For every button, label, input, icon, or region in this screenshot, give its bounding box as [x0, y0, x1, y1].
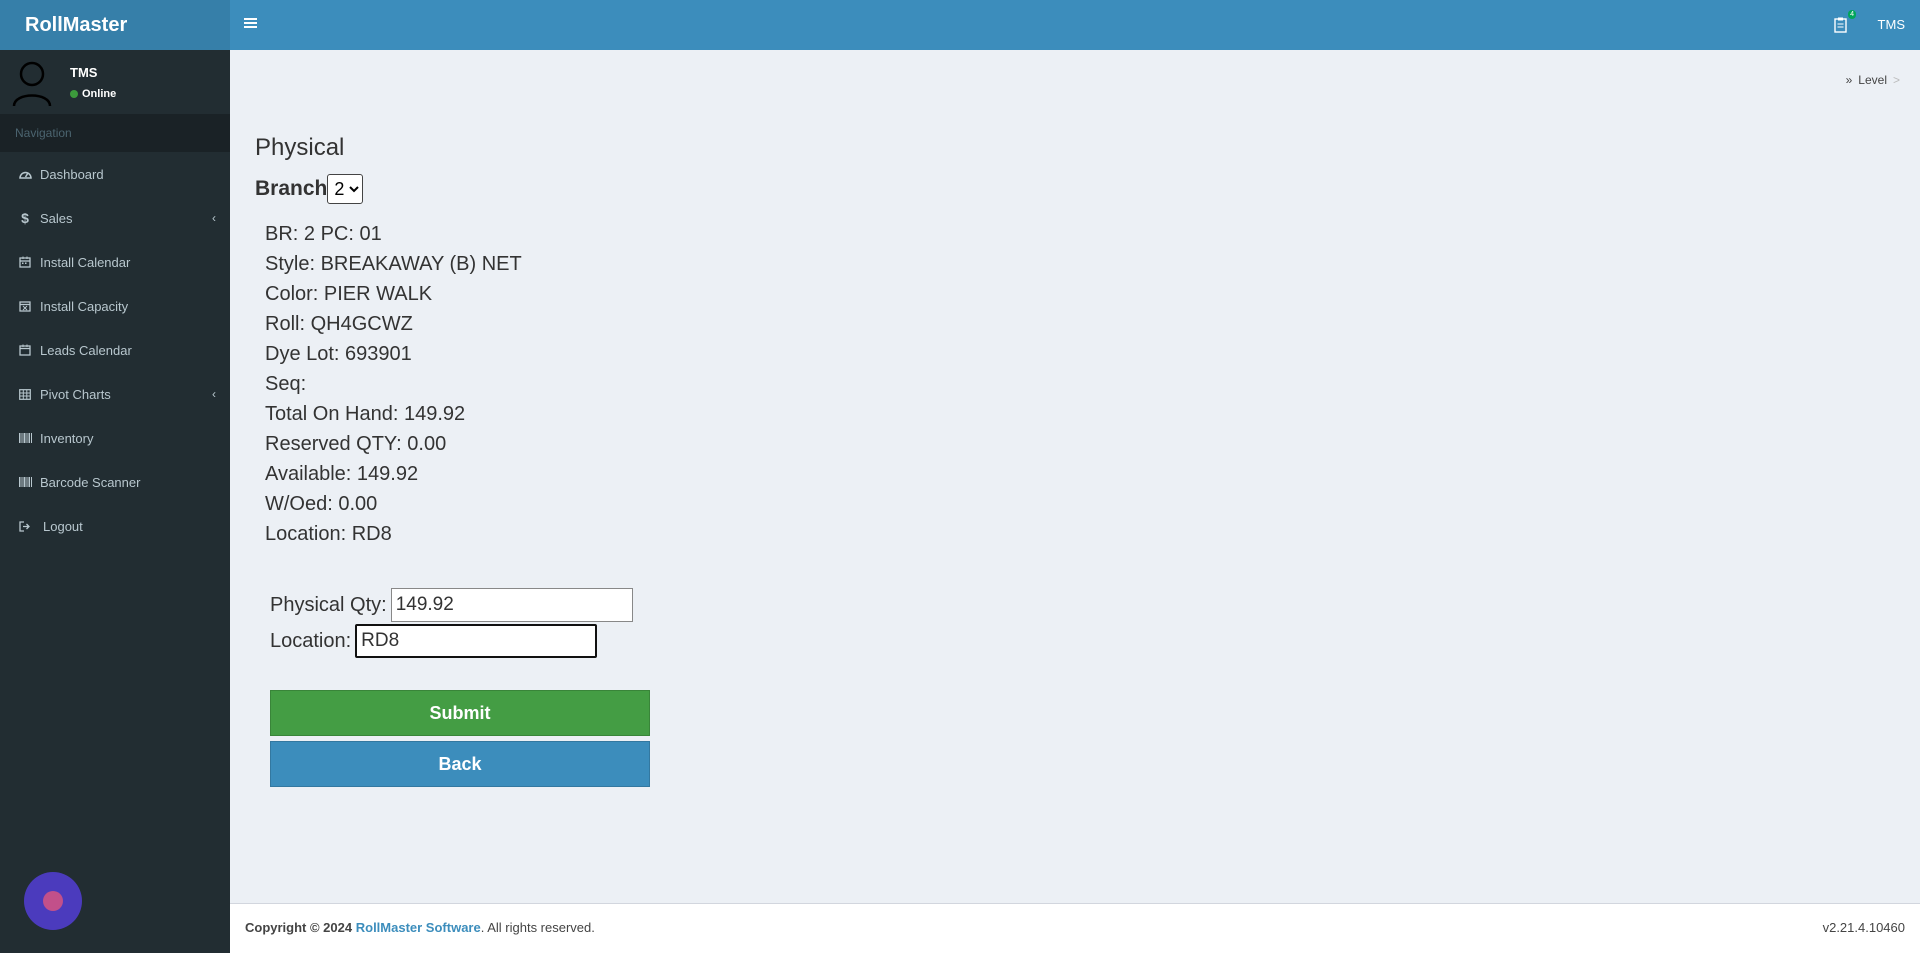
- nav-header: Navigation: [0, 114, 230, 152]
- detail-available: Available: 149.92: [265, 463, 419, 485]
- table-icon: [18, 387, 32, 401]
- user-panel: TMS Online: [0, 50, 230, 114]
- physical-qty-row: Physical Qty:: [270, 588, 633, 622]
- app-logo[interactable]: RollMaster: [0, 0, 230, 50]
- sidebar-item-dashboard[interactable]: Dashboard: [0, 152, 230, 196]
- detail-location: Location: RD8: [265, 523, 392, 545]
- dashboard-icon: [18, 167, 32, 181]
- clipboard-icon: [1834, 17, 1847, 33]
- sidebar-item-label: Barcode Scanner: [40, 474, 141, 490]
- sidebar-item-label: Dashboard: [40, 166, 104, 182]
- user-status: Online: [70, 88, 116, 100]
- chevron-left-icon: ‹: [212, 211, 216, 225]
- physical-qty-label: Physical Qty:: [270, 593, 387, 616]
- notifications-button[interactable]: 4: [1832, 10, 1856, 36]
- detail-seq: Seq:: [265, 373, 307, 395]
- status-text: Online: [82, 88, 117, 100]
- chat-widget-button[interactable]: [24, 872, 82, 930]
- location-input[interactable]: [355, 624, 598, 658]
- double-angle-right-icon: »: [1845, 73, 1853, 87]
- sidebar: RollMaster TMS Online Navigation Dashboa…: [0, 0, 230, 953]
- sidebar-item-label: Logout: [43, 518, 83, 534]
- copyright: Copyright © 2024 RollMaster Software. Al…: [245, 904, 595, 952]
- calendar-x-icon: [18, 299, 32, 313]
- calendar-icon: [18, 343, 32, 357]
- sidebar-item-install-capacity[interactable]: Install Capacity: [0, 284, 230, 328]
- menu-toggle-icon[interactable]: [244, 14, 260, 36]
- brand-link[interactable]: RollMaster Software: [356, 920, 481, 935]
- user-menu[interactable]: TMS: [1878, 0, 1905, 50]
- sidebar-item-pivot-charts[interactable]: Pivot Charts ‹: [0, 372, 230, 416]
- sidebar-item-sales[interactable]: $ Sales ‹: [0, 196, 230, 240]
- branch-label: Branch: [255, 177, 328, 200]
- sign-out-icon: [18, 519, 32, 533]
- detail-roll: Roll: QH4GCWZ: [265, 313, 413, 335]
- breadcrumb-separator: >: [1892, 73, 1900, 87]
- detail-branch-pc: BR: 2 PC: 01: [265, 223, 382, 245]
- physical-qty-input[interactable]: [390, 588, 633, 622]
- detail-reserved-qty: Reserved QTY: 0.00: [265, 433, 447, 455]
- breadcrumb: » Level >: [1846, 73, 1900, 87]
- detail-dye-lot: Dye Lot: 693901: [265, 343, 412, 365]
- breadcrumb-item[interactable]: Level: [1858, 73, 1887, 87]
- location-label: Location:: [270, 629, 352, 652]
- detail-color: Color: PIER WALK: [265, 283, 433, 305]
- sidebar-item-barcode-scanner[interactable]: Barcode Scanner: [0, 460, 230, 504]
- sidebar-item-label: Leads Calendar: [40, 342, 132, 358]
- sidebar-item-label: Install Capacity: [40, 298, 129, 314]
- dollar-icon: $: [21, 210, 29, 226]
- detail-style: Style: BREAKAWAY (B) NET: [265, 253, 522, 275]
- calendar-icon: [18, 255, 32, 269]
- sidebar-item-label: Inventory: [40, 430, 94, 446]
- barcode-icon: [18, 475, 32, 489]
- sidebar-item-label: Sales: [40, 210, 73, 226]
- user-avatar-icon: [12, 61, 52, 107]
- sidebar-item-label: Pivot Charts: [40, 386, 111, 402]
- sidebar-item-inventory[interactable]: Inventory: [0, 416, 230, 460]
- detail-total-on-hand: Total On Hand: 149.92: [265, 403, 466, 425]
- chevron-left-icon: ‹: [212, 387, 216, 401]
- sidebar-item-label: Install Calendar: [40, 254, 131, 270]
- sidebar-item-install-calendar[interactable]: Install Calendar: [0, 240, 230, 284]
- user-name: TMS: [70, 65, 98, 80]
- detail-woed: W/Oed: 0.00: [265, 493, 378, 515]
- submit-button[interactable]: Submit: [270, 690, 650, 736]
- sidebar-item-leads-calendar[interactable]: Leads Calendar: [0, 328, 230, 372]
- location-row: Location:: [270, 624, 598, 658]
- footer: Copyright © 2024 RollMaster Software. Al…: [230, 903, 1920, 953]
- copyright-suffix: . All rights reserved.: [480, 920, 595, 935]
- branch-select[interactable]: 2: [327, 174, 364, 204]
- notification-badge: 4: [1848, 10, 1856, 19]
- online-dot-icon: [70, 90, 78, 98]
- barcode-icon: [18, 431, 32, 445]
- version-text: v2.21.4.10460: [1822, 920, 1905, 935]
- back-button[interactable]: Back: [270, 741, 650, 787]
- branch-row: Branch 2: [255, 174, 364, 204]
- chat-icon: [43, 891, 63, 911]
- page-title: Physical: [255, 134, 345, 161]
- main-content: » Level > Physical Branch 2 BR: 2 PC: 01…: [230, 50, 1920, 903]
- roll-details: BR: 2 PC: 01 Style: BREAKAWAY (B) NET Co…: [265, 219, 522, 549]
- top-header: 4 TMS: [230, 0, 1920, 50]
- copyright-prefix: Copyright © 2024: [245, 920, 353, 935]
- sidebar-item-logout[interactable]: Logout: [0, 504, 230, 548]
